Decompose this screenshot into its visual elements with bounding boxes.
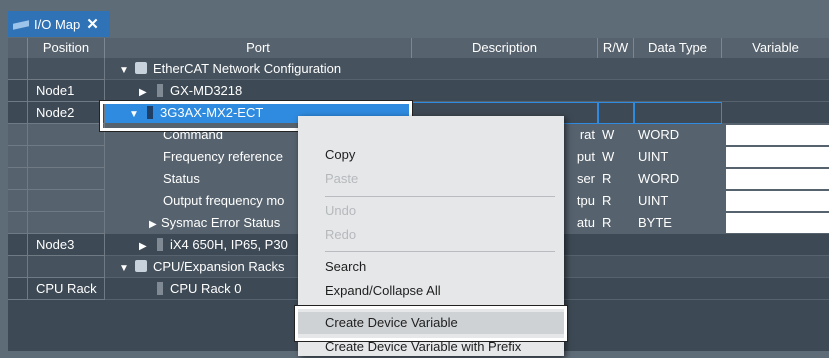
variable-input[interactable] — [726, 191, 829, 211]
menu-item-paste[interactable]: Paste — [298, 168, 564, 190]
header-port[interactable]: Port — [105, 38, 412, 58]
menu-item-undo[interactable]: Undo — [298, 200, 564, 222]
variable-input[interactable] — [726, 147, 829, 167]
collapse-icon[interactable]: ▼ — [119, 258, 133, 277]
rw-cell: W — [598, 124, 634, 146]
data-type-cell: BYTE — [634, 212, 722, 234]
variable-cell — [722, 212, 829, 234]
rw-cell: W — [598, 146, 634, 168]
header-gutter — [8, 38, 28, 58]
port-cell: ▶ GX-MD3218 — [105, 80, 412, 102]
port-label: EtherCAT Network Configuration — [153, 61, 342, 76]
port-cell: ▼ EtherCAT Network Configuration — [105, 58, 412, 80]
menu-item-expand-collapse-all[interactable]: Expand/Collapse All — [298, 280, 564, 302]
rw-cell: R — [598, 168, 634, 190]
variable-cell — [722, 190, 829, 212]
expand-icon[interactable]: ▼ — [119, 60, 133, 79]
tab-label: I/O Map — [34, 16, 81, 32]
variable-input[interactable] — [726, 125, 829, 145]
position-cell — [28, 58, 105, 80]
variable-cell — [722, 124, 829, 146]
variable-input[interactable] — [726, 169, 829, 189]
menu-separator — [325, 251, 555, 252]
data-type-cell: WORD — [634, 124, 722, 146]
port-label: iX4 650H, IP65, P30 — [170, 237, 288, 252]
header-rw[interactable]: R/W — [598, 38, 634, 58]
rw-cell: R — [598, 190, 634, 212]
data-type-cell: WORD — [634, 168, 722, 190]
variable-input[interactable] — [726, 213, 829, 233]
close-icon[interactable]: ✕ — [86, 15, 99, 33]
data-type-cell: UINT — [634, 190, 722, 212]
menu-item-redo[interactable]: Redo — [298, 224, 564, 246]
position-cell: CPU Rack — [28, 278, 105, 300]
network-icon — [135, 62, 147, 74]
position-cell: Node2 — [28, 102, 105, 124]
header-position[interactable]: Position — [28, 38, 105, 58]
io-map-icon — [12, 17, 32, 31]
port-label: CPU Rack 0 — [170, 281, 242, 296]
tab-bar: I/O Map ✕ — [0, 0, 829, 38]
port-label: CPU/Expansion Racks — [153, 259, 285, 274]
variable-cell — [722, 168, 829, 190]
device-icon — [157, 282, 163, 295]
menu-item-search[interactable]: Search — [298, 256, 564, 278]
header-description[interactable]: Description — [412, 38, 598, 58]
rw-cell: R — [598, 212, 634, 234]
tab-io-map[interactable]: I/O Map ✕ — [8, 11, 110, 37]
port-label: GX-MD3218 — [170, 83, 243, 98]
expand-icon[interactable]: ▶ — [139, 82, 153, 101]
menu-item-copy[interactable]: Copy — [298, 144, 564, 166]
device-icon — [157, 238, 163, 251]
device-icon — [157, 84, 163, 97]
variable-cell — [722, 146, 829, 168]
port-label: Sysmac Error Status — [161, 215, 281, 230]
menu-highlight — [294, 305, 568, 342]
position-cell: Node3 — [28, 234, 105, 256]
position-cell: Node1 — [28, 80, 105, 102]
header-variable[interactable]: Variable — [722, 38, 829, 58]
menu-separator — [325, 196, 555, 197]
table-row[interactable]: Node1 ▶ GX-MD3218 — [8, 80, 829, 102]
expand-icon[interactable]: ▶ — [149, 214, 161, 233]
rack-icon — [135, 260, 147, 272]
data-type-cell: UINT — [634, 146, 722, 168]
header-data-type[interactable]: Data Type — [634, 38, 722, 58]
expand-icon[interactable]: ▶ — [139, 236, 153, 255]
table-row[interactable]: ▼ EtherCAT Network Configuration — [8, 58, 829, 80]
